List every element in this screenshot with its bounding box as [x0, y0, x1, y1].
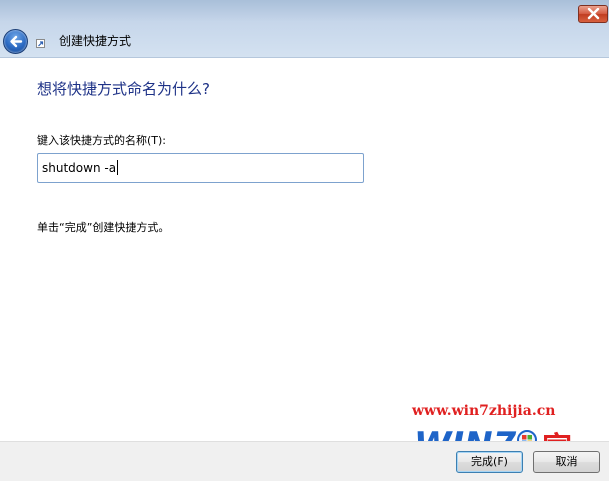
back-arrow-icon: [10, 35, 23, 48]
back-button[interactable]: [3, 29, 28, 54]
shortcut-wizard-icon: [36, 39, 45, 48]
shortcut-name-label: 键入该快捷方式的名称(T):: [37, 134, 167, 147]
close-button[interactable]: [578, 5, 608, 23]
cancel-button[interactable]: 取消: [533, 451, 600, 473]
shortcut-name-input[interactable]: shutdown -a: [37, 153, 364, 183]
window-title: 创建快捷方式: [59, 34, 132, 48]
shortcut-name-value: shutdown -a: [42, 160, 119, 176]
shortcut-name-text: shutdown -a: [42, 161, 117, 175]
instruction-text: 单击“完成”创建快捷方式。: [37, 221, 170, 234]
page-heading: 想将快捷方式命名为什么?: [37, 80, 210, 98]
text-caret: [117, 160, 119, 175]
title-bar: 创建快捷方式: [0, 0, 609, 58]
close-icon: [587, 8, 600, 20]
finish-button[interactable]: 完成(F): [456, 451, 523, 473]
